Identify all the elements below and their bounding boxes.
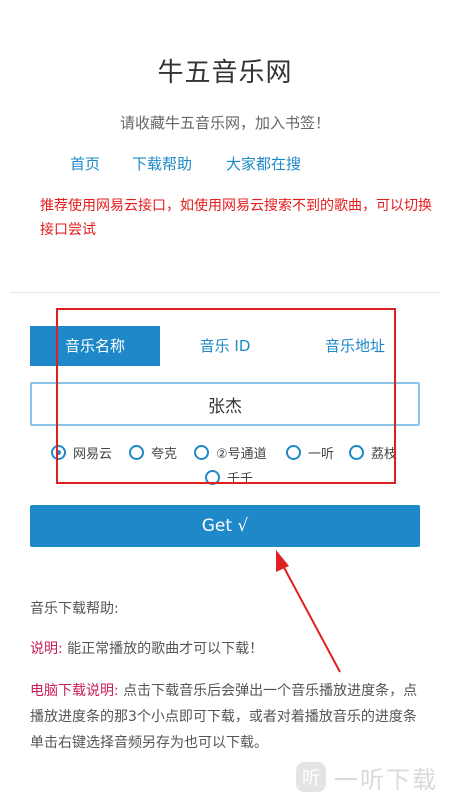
tab-music-id[interactable]: 音乐 ID (160, 326, 290, 366)
radio-yiting[interactable]: 一听 (286, 442, 334, 462)
page-subtitle: 请收藏牛五音乐网，加入书签！ (119, 114, 330, 132)
page-title: 牛五音乐网 (157, 58, 293, 88)
help-title: 音乐下载帮助: (30, 601, 119, 617)
get-button[interactable]: Get √ (30, 505, 420, 547)
help-note: 说明: 能正常播放的歌曲才可以下载！ (30, 636, 430, 662)
divider (10, 292, 440, 293)
radio-empty-icon (194, 444, 209, 460)
radio-qianqian[interactable]: 千千 (205, 467, 253, 487)
watermark: 听 一听下载 (296, 762, 438, 794)
radio-label: 千千 (227, 471, 254, 487)
radio-lizhi[interactable]: 荔枝 (349, 442, 397, 462)
radio-selected-icon (51, 444, 66, 460)
help-pc: 电脑下载说明: 点击下载音乐后会弹出一个音乐播放进度条，点播放进度条的那3个小点… (30, 678, 430, 756)
radio-empty-icon (205, 469, 220, 485)
radio-label: 荔枝 (371, 446, 398, 462)
nav-download-help-link[interactable]: 下载帮助 (132, 153, 192, 174)
nav-home-link[interactable]: 首页 (70, 153, 100, 174)
help-pc-label: 电脑下载说明: (30, 683, 119, 699)
radio-quark[interactable]: 夸克 (129, 442, 177, 462)
nav-popular-search-link[interactable]: 大家都在搜 (226, 153, 301, 174)
search-type-tabs: 音乐名称 音乐 ID 音乐地址 (30, 326, 420, 366)
tab-music-url[interactable]: 音乐地址 (290, 326, 420, 366)
radio-empty-icon (129, 444, 144, 460)
search-input[interactable] (30, 382, 420, 426)
help-note-text: 能正常播放的歌曲才可以下载！ (67, 641, 264, 657)
radio-channel-2[interactable]: ②号通道 (194, 442, 267, 462)
watermark-logo-icon: 听 (296, 762, 326, 792)
radio-netease[interactable]: 网易云 (51, 442, 112, 462)
radio-label: 夸克 (151, 446, 178, 462)
help-note-label: 说明: (30, 641, 63, 657)
tab-music-name[interactable]: 音乐名称 (30, 326, 160, 366)
radio-empty-icon (349, 444, 364, 460)
radio-label: 网易云 (73, 446, 113, 462)
watermark-text: 一听下载 (334, 765, 438, 794)
radio-label: 一听 (308, 446, 335, 462)
radio-label: ②号通道 (216, 446, 267, 462)
notice-text: 推荐使用网易云接口，如使用网易云搜索不到的歌曲，可以切换接口尝试 (40, 198, 432, 238)
radio-empty-icon (286, 444, 301, 460)
